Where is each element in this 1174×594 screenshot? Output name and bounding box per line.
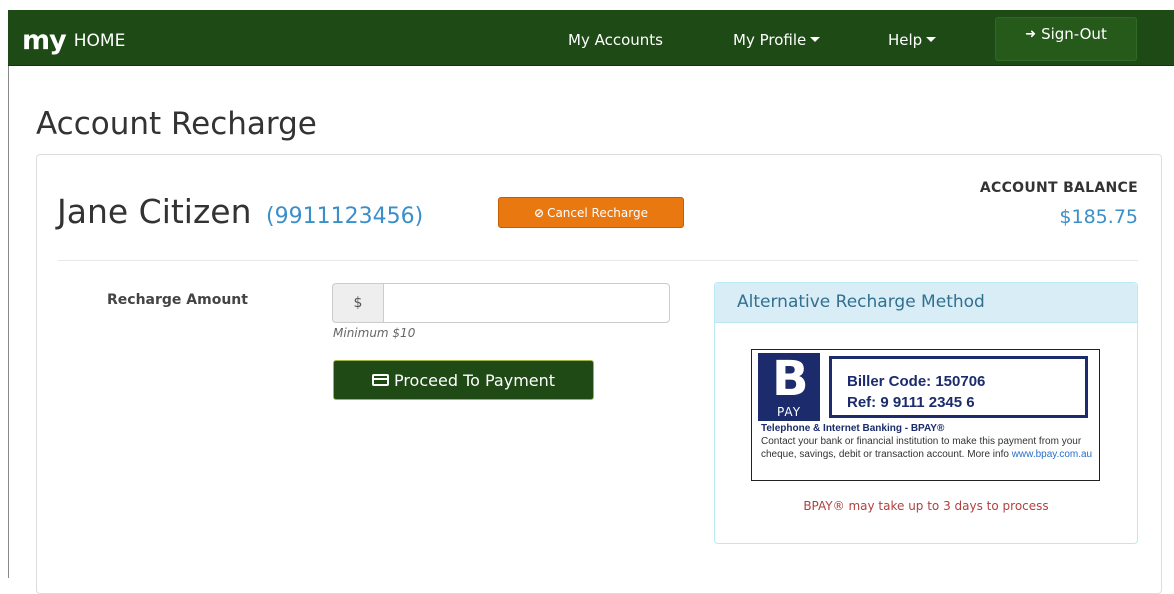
brand-home-label: HOME [73, 31, 126, 51]
customer-heading: Jane Citizen (9911123456) [57, 192, 423, 231]
bpay-processing-note: BPAY® may take up to 3 days to process [803, 499, 1049, 513]
bpay-info-box: B PAY Biller Code: 150706 Ref: 9 9111 23… [751, 349, 1100, 481]
bpay-banking-heading: Telephone & Internet Banking - BPAY® [761, 423, 945, 434]
left-border [8, 66, 9, 578]
recharge-amount-group: $ [332, 283, 670, 323]
account-balance-value: $185.75 [1059, 206, 1138, 228]
chevron-down-icon [810, 37, 821, 42]
nav-my-profile-label: My Profile [733, 31, 807, 49]
nav-help-label: Help [888, 31, 923, 49]
minimum-note: Minimum $10 [333, 326, 416, 340]
nav-my-accounts[interactable]: My Accounts [568, 10, 663, 66]
cancel-recharge-button[interactable]: ⊘ Cancel Recharge [498, 197, 684, 228]
customer-number: (9911123456) [266, 204, 424, 229]
bpay-logo-pay: PAY [776, 405, 802, 419]
divider [58, 260, 1138, 261]
biller-code: Biller Code: 150706 [847, 373, 986, 390]
proceed-label: Proceed To Payment [393, 370, 556, 390]
recharge-amount-input[interactable] [383, 283, 670, 323]
cancel-recharge-label: Cancel Recharge [547, 205, 648, 220]
sign-out-button[interactable]: ➜ Sign-Out [995, 17, 1137, 61]
bpay-logo: B PAY [758, 353, 820, 421]
brand-home-link[interactable]: my HOME [22, 20, 125, 54]
reference-number: Ref: 9 9111 2345 6 [847, 394, 975, 411]
recharge-amount-label: Recharge Amount [107, 292, 248, 308]
alternative-recharge-heading: Alternative Recharge Method [715, 283, 1137, 323]
customer-name: Jane Citizen [57, 192, 252, 231]
chevron-down-icon [926, 37, 937, 42]
brand-logo: my [22, 25, 67, 56]
bpay-b-glyph: B [772, 351, 809, 407]
sign-out-label: Sign-Out [1041, 25, 1107, 43]
bpay-link[interactable]: www.bpay.com.au [1012, 449, 1092, 460]
bpay-description: Contact your bank or financial instituti… [761, 435, 1097, 461]
sign-out-icon: ➜ [1025, 26, 1037, 42]
biller-code-box: Biller Code: 150706 Ref: 9 9111 2345 6 [829, 356, 1088, 418]
credit-card-icon [371, 374, 389, 386]
page-title: Account Recharge [36, 106, 317, 142]
ban-icon: ⊘ [534, 205, 545, 220]
top-navbar: my HOME My Accounts My Profile Help ➜ Si… [8, 10, 1174, 66]
proceed-to-payment-button[interactable]: Proceed To Payment [333, 360, 594, 400]
account-balance-label: ACCOUNT BALANCE [979, 180, 1138, 196]
nav-my-profile[interactable]: My Profile [733, 10, 821, 66]
nav-help[interactable]: Help [888, 10, 937, 66]
currency-addon: $ [332, 283, 383, 323]
